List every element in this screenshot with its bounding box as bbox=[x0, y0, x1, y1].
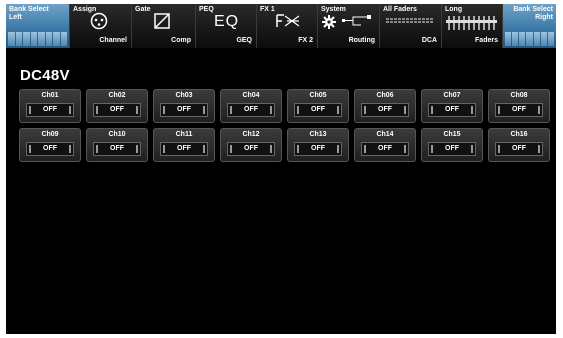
channel-card: Ch14 OFF bbox=[354, 128, 416, 162]
fx-icon bbox=[276, 14, 300, 27]
channel-label: Ch04 bbox=[242, 92, 260, 99]
phantom-power-toggle[interactable]: OFF bbox=[227, 142, 275, 156]
phantom-power-toggle[interactable]: OFF bbox=[428, 142, 476, 156]
fader-grid-icon bbox=[386, 18, 433, 23]
page-title: DC48V bbox=[20, 67, 70, 84]
routing-icon bbox=[342, 15, 371, 26]
phantom-power-toggle[interactable]: OFF bbox=[428, 103, 476, 117]
channel-grid: Ch01 OFF Ch02 OFF Ch03 OFF Ch04 OFF Ch05 OFF … bbox=[19, 89, 552, 162]
xlr-connector-icon bbox=[90, 12, 108, 30]
channel-card: Ch13 OFF bbox=[287, 128, 349, 162]
channel-card: Ch06 OFF bbox=[354, 89, 416, 123]
bank-select-right-button[interactable]: Bank Select Right bbox=[503, 4, 556, 48]
phantom-power-toggle[interactable]: OFF bbox=[361, 142, 409, 156]
gear-icon bbox=[322, 15, 336, 29]
phantom-power-toggle[interactable]: OFF bbox=[294, 142, 342, 156]
bank-left-bars-icon bbox=[8, 32, 67, 46]
channel-label: Ch07 bbox=[443, 92, 461, 99]
bank-select-left-label: Bank Select Left bbox=[9, 6, 49, 21]
screen: Bank Select Left Assign Channel Gate Com… bbox=[6, 4, 556, 334]
fx2-label: FX 2 bbox=[298, 37, 313, 44]
channel-label: Ch03 bbox=[175, 92, 193, 99]
channel-label: Ch08 bbox=[510, 92, 528, 99]
channel-card: Ch12 OFF bbox=[220, 128, 282, 162]
comp-label: Comp bbox=[171, 37, 191, 44]
channel-label: Ch11 bbox=[175, 131, 193, 138]
phantom-power-toggle[interactable]: OFF bbox=[495, 142, 543, 156]
channel-card: Ch04 OFF bbox=[220, 89, 282, 123]
gate-comp-button[interactable]: Gate Comp bbox=[132, 4, 196, 48]
fx-button[interactable]: FX 1 FX 2 bbox=[257, 4, 318, 48]
bank-select-left-button[interactable]: Bank Select Left bbox=[6, 4, 70, 48]
peq-label: PEQ bbox=[199, 6, 214, 13]
dynamics-curve-icon bbox=[154, 13, 170, 29]
channel-label: Ch02 bbox=[108, 92, 126, 99]
all-faders-dca-button[interactable]: All Faders DCA bbox=[380, 4, 442, 48]
system-routing-button[interactable]: System Routing bbox=[318, 4, 380, 48]
system-label: System bbox=[321, 6, 346, 13]
channel-card: Ch09 OFF bbox=[19, 128, 81, 162]
channel-card: Ch02 OFF bbox=[86, 89, 148, 123]
phantom-power-toggle[interactable]: OFF bbox=[227, 103, 275, 117]
bank-select-right-label: Bank Select Right bbox=[513, 6, 553, 21]
dca-label: DCA bbox=[421, 37, 437, 44]
channel-label: Ch05 bbox=[309, 92, 327, 99]
channel-card: Ch07 OFF bbox=[421, 89, 483, 123]
channel-card: Ch05 OFF bbox=[287, 89, 349, 123]
channel-label: Ch09 bbox=[41, 131, 59, 138]
faders-label: Faders bbox=[475, 37, 498, 44]
gate-label: Gate bbox=[135, 6, 151, 13]
long-label: Long bbox=[445, 6, 463, 13]
routing-label: Routing bbox=[348, 37, 375, 44]
phantom-power-toggle[interactable]: OFF bbox=[93, 103, 141, 117]
all-faders-label: All Faders bbox=[383, 6, 417, 13]
channel-card: Ch08 OFF bbox=[488, 89, 550, 123]
fx1-label: FX 1 bbox=[260, 6, 275, 13]
top-toolbar: Bank Select Left Assign Channel Gate Com… bbox=[6, 4, 556, 48]
phantom-power-toggle[interactable]: OFF bbox=[26, 103, 74, 117]
channel-label: Ch12 bbox=[242, 131, 260, 138]
channel-label: Ch06 bbox=[376, 92, 394, 99]
channel-card: Ch16 OFF bbox=[488, 128, 550, 162]
channel-card: Ch15 OFF bbox=[421, 128, 483, 162]
faders-icon bbox=[446, 16, 497, 30]
phantom-power-toggle[interactable]: OFF bbox=[294, 103, 342, 117]
channel-label: Ch13 bbox=[309, 131, 327, 138]
channel-card: Ch11 OFF bbox=[153, 128, 215, 162]
channel-card: Ch03 OFF bbox=[153, 89, 215, 123]
bank-right-bars-icon bbox=[505, 32, 554, 46]
phantom-power-toggle[interactable]: OFF bbox=[160, 103, 208, 117]
channel-card: Ch10 OFF bbox=[86, 128, 148, 162]
channel-label: Ch14 bbox=[376, 131, 394, 138]
phantom-power-toggle[interactable]: OFF bbox=[93, 142, 141, 156]
phantom-power-toggle[interactable]: OFF bbox=[160, 142, 208, 156]
assign-channel-button[interactable]: Assign Channel bbox=[70, 4, 132, 48]
geq-label: GEQ bbox=[236, 37, 252, 44]
channel-label: Ch01 bbox=[41, 92, 59, 99]
eq-icon: EQ bbox=[214, 13, 240, 30]
long-faders-button[interactable]: Long Faders bbox=[442, 4, 503, 48]
phantom-power-toggle[interactable]: OFF bbox=[26, 142, 74, 156]
channel-card: Ch01 OFF bbox=[19, 89, 81, 123]
phantom-power-toggle[interactable]: OFF bbox=[361, 103, 409, 117]
phantom-power-toggle[interactable]: OFF bbox=[495, 103, 543, 117]
channel-label: Ch16 bbox=[510, 131, 528, 138]
peq-geq-button[interactable]: PEQ EQ GEQ bbox=[196, 4, 257, 48]
channel-label: Ch15 bbox=[443, 131, 461, 138]
channel-label: Channel bbox=[99, 37, 127, 44]
channel-label: Ch10 bbox=[108, 131, 126, 138]
